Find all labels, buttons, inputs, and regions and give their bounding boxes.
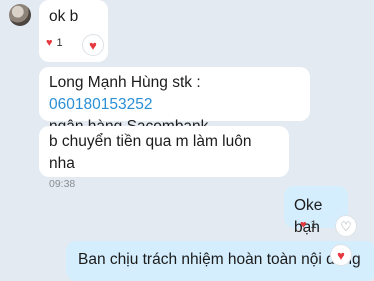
message-text: ok b — [49, 8, 79, 25]
message-text: Ban chịu trách nhiệm hoàn toàn nội dung — [78, 251, 361, 268]
message-bubble-partial[interactable]: Ban chịu trách nhiệm hoàn toàn nội dung — [66, 241, 374, 281]
message-line-1: Long Mạnh Hùng stk : 060180153252 — [49, 72, 300, 116]
message-text: b chuyển tiền qua m làm luôn nha — [49, 133, 252, 172]
account-name-text: Long Mạnh Hùng stk : — [49, 74, 201, 91]
reaction-count: 1 — [310, 219, 317, 231]
heart-icon: ♥ — [46, 36, 53, 49]
react-button[interactable]: ♡ — [335, 215, 357, 237]
heart-icon: ♥ — [89, 37, 97, 53]
react-heart-button[interactable]: ♥ — [330, 244, 352, 266]
react-heart-button[interactable]: ♥ — [82, 34, 104, 56]
message-text: Oke bạn — [294, 197, 323, 236]
message-bubble-account[interactable]: Long Mạnh Hùng stk : 060180153252 ngân h… — [39, 67, 310, 135]
heart-icon: ♥ — [337, 247, 345, 263]
reaction-count: 1 — [56, 37, 63, 49]
heart-icon: ♥ — [300, 218, 307, 231]
account-number-link[interactable]: 060180153252 — [49, 96, 152, 113]
heart-outline-icon: ♡ — [340, 218, 352, 234]
reaction-summary[interactable]: ♥ 1 — [300, 219, 317, 231]
message-bubble-transfer[interactable]: b chuyển tiền qua m làm luôn nha 09:38 — [39, 126, 289, 190]
message-time: 09:38 — [49, 178, 76, 190]
reaction-summary[interactable]: ♥ 1 — [46, 37, 63, 49]
sender-avatar[interactable] — [9, 4, 31, 26]
